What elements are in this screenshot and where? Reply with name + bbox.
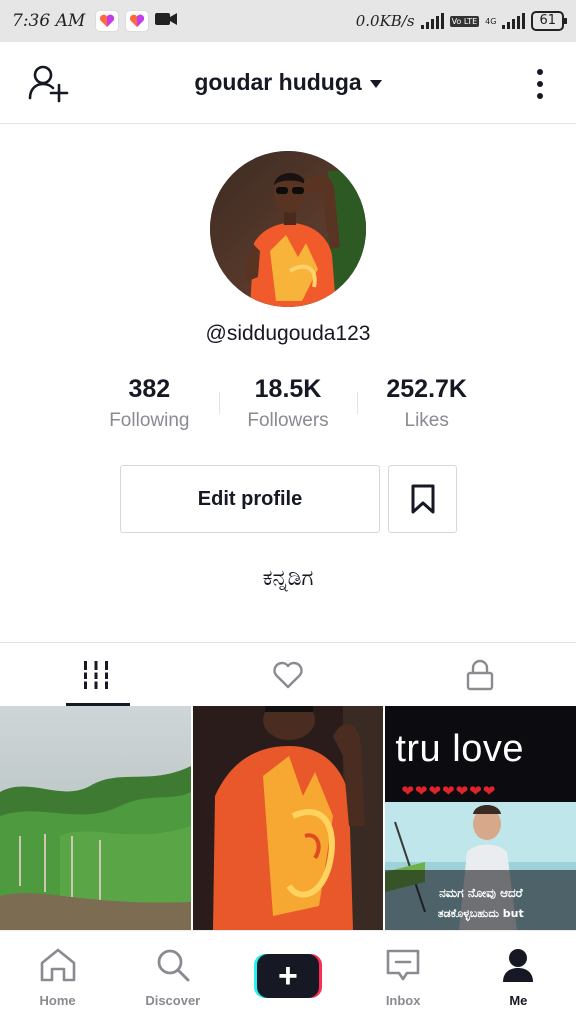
bookmarks-button[interactable] [388, 465, 457, 533]
tab-private[interactable] [384, 643, 576, 706]
profile-header: goudar huduga [0, 42, 576, 124]
profile-stats: 382 Following 18.5K Followers 252.7K Lik… [80, 372, 496, 442]
person-icon [498, 945, 538, 985]
person-add-icon [28, 65, 69, 103]
video-caption-line2: ತಡಕೊಳ್ಳಬಹುದು but [437, 907, 524, 920]
video-grid: tru love ❤❤❤❤❤❤❤ ನಮಗ ನೋವು ಆದರೆ ತಡಕೊಳ್ಳಬಹ… [0, 706, 576, 930]
network-speed: 0.0KB/s [355, 12, 415, 30]
video-title-text: tru love [395, 728, 524, 770]
followers-stat[interactable]: 18.5K Followers [218, 372, 358, 442]
nav-inbox[interactable]: Inbox [346, 931, 461, 1024]
likes-stat[interactable]: 252.7K Likes [357, 372, 496, 442]
lock-icon [466, 659, 494, 690]
video-thumbnail[interactable] [192, 706, 384, 930]
nav-me-label: Me [509, 993, 528, 1008]
bottom-navigation: Home Discover + Inbox Me [0, 930, 576, 1024]
nav-inbox-label: Inbox [385, 993, 421, 1008]
inbox-icon [383, 945, 423, 985]
account-name: goudar huduga [194, 69, 362, 95]
followers-label: Followers [247, 410, 329, 431]
username: @siddugouda123 [205, 322, 371, 345]
tab-videos[interactable] [0, 643, 192, 706]
avatar[interactable] [210, 151, 366, 307]
account-switcher[interactable]: goudar huduga [194, 69, 382, 96]
following-count: 382 [128, 375, 171, 403]
video-thumbnail[interactable] [0, 706, 191, 930]
status-time: 7:36 AM [12, 11, 86, 31]
nav-home-label: Home [39, 993, 76, 1008]
nav-me[interactable]: Me [461, 931, 576, 1024]
cell-signal-icon [502, 13, 526, 29]
battery-indicator: 61 [531, 11, 567, 31]
status-bar: 7:36 AM 0.0KB/s Vo LTE 4G 61 [0, 0, 576, 42]
nav-discover-label: Discover [145, 993, 201, 1008]
likee-app-icon-2 [125, 10, 150, 32]
likes-count: 252.7K [386, 375, 467, 403]
wifi-signal-icon [420, 13, 444, 29]
nav-create[interactable]: + [230, 931, 345, 1024]
search-icon [153, 945, 193, 985]
more-options-button[interactable] [530, 64, 550, 104]
vineyard-image [0, 706, 191, 930]
likee-app-icon [95, 10, 120, 32]
grid-bars-icon [83, 660, 109, 689]
video-caption-line1: ನಮಗ ನೋವು ಆದರೆ [439, 886, 523, 900]
person-image [192, 706, 384, 930]
nav-home[interactable]: Home [0, 931, 115, 1024]
followers-count: 18.5K [254, 375, 322, 403]
add-friend-button[interactable] [28, 64, 72, 104]
tab-liked[interactable] [192, 643, 384, 706]
heart-icon [273, 661, 303, 688]
video-camera-icon [155, 11, 178, 31]
nav-discover[interactable]: Discover [115, 931, 230, 1024]
network-type: 4G [485, 16, 497, 26]
hearts-decoration: ❤❤❤❤❤❤❤ [401, 783, 497, 800]
vertical-dots-icon [537, 69, 543, 75]
profile-tabs [0, 642, 576, 706]
video-thumbnail[interactable]: tru love ❤❤❤❤❤❤❤ ನಮಗ ನೋವು ಆದರೆ ತಡಕೊಳ್ಳಬಹ… [385, 706, 576, 930]
profile-bio: ಕನ್ನಡಿಗ [262, 566, 314, 591]
plus-icon: + [256, 954, 319, 998]
edit-profile-button[interactable]: Edit profile [120, 465, 380, 533]
create-video-button[interactable]: + [253, 954, 322, 998]
home-icon [38, 945, 78, 985]
following-label: Following [109, 410, 190, 431]
bookmark-icon [411, 484, 434, 514]
likes-label: Likes [404, 410, 449, 431]
following-stat[interactable]: 382 Following [80, 372, 219, 442]
chevron-down-icon [369, 79, 382, 88]
volte-badge: Vo LTE [449, 15, 480, 27]
